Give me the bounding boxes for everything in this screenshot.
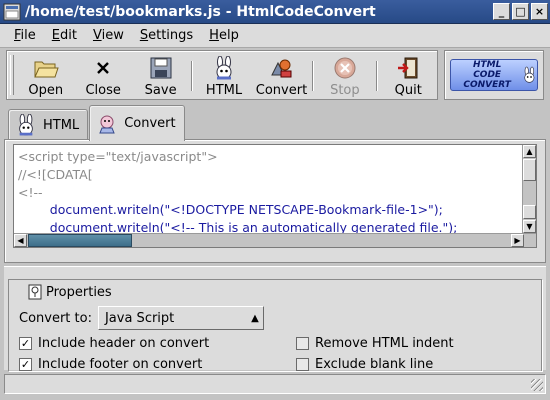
properties-group: Properties Convert to: Java Script ▲ ✓ I… [8,279,542,372]
close-label: Close [85,83,121,98]
close-x-icon [90,56,116,80]
code-line: document.writeln("<!DOCTYPE NETSCAPE-Boo… [18,202,443,218]
menu-settings[interactable]: Settings [132,28,201,43]
resize-grip-icon[interactable] [531,379,543,391]
code-editor[interactable]: <script type="text/javascript"> //<![CDAT… [13,144,537,248]
quit-label: Quit [394,83,422,98]
html-button[interactable]: HTML [195,51,252,99]
properties-panel: Properties Convert to: Java Script ▲ ✓ I… [4,266,546,372]
scroll-down-arrow-icon[interactable]: ▼ [523,220,536,233]
convert-icon [268,56,294,80]
vertical-scroll-handle[interactable] [523,205,536,219]
logo-frame: HTML CODE CONVERT [444,50,544,100]
tab-convert[interactable]: Convert [89,105,185,141]
properties-title: Properties [23,284,116,300]
tab-html-label: HTML [43,117,80,133]
horizontal-scroll-thumb[interactable] [28,234,132,247]
scroll-right-arrow-icon[interactable]: ▶ [511,234,524,247]
convert-button[interactable]: Convert [253,51,310,99]
logo-line-2: CODE CONVERT [463,70,511,90]
close-button[interactable]: Close [74,51,131,99]
quit-button[interactable]: Quit [380,51,437,99]
menu-help[interactable]: Help [201,28,247,43]
bunny-icon [211,56,237,80]
stop-button[interactable]: Stop [316,51,373,99]
bunny-logo-icon [524,66,535,83]
tab-convert-label: Convert [124,116,176,131]
remove-html-indent-label: Remove HTML indent [315,336,454,351]
code-line: <!-- [18,184,43,200]
horizontal-scrollbar[interactable]: ◀ ▶ [14,233,536,247]
checkbox-box[interactable]: ✓ [19,358,32,371]
convert-to-select[interactable]: Java Script ▲ [97,306,264,330]
convert-to-row: Convert to: Java Script ▲ [19,306,264,330]
checkbox-box[interactable] [296,337,309,350]
properties-title-text: Properties [46,284,112,300]
menu-bar: File Edit View Settings Help [0,24,550,48]
properties-icon [28,284,42,300]
bunny-icon [15,114,37,136]
tab-panel-convert: <script type="text/javascript"> //<![CDAT… [4,139,546,263]
checkbox-box[interactable] [296,358,309,371]
logo-line-1: HTML [472,60,502,70]
toolbar-grip[interactable] [10,55,14,95]
menu-file[interactable]: File [6,28,44,43]
convert-label: Convert [255,83,308,98]
checkbox-box[interactable]: ✓ [19,337,32,350]
convert-tab-icon [96,113,118,135]
vertical-scroll-thumb[interactable] [523,159,536,181]
code-line: <script type="text/javascript"> [18,149,218,164]
folder-open-icon [33,56,59,80]
maximize-button[interactable]: □ [512,3,529,20]
include-header-label: Include header on convert [38,336,210,351]
close-window-button[interactable]: × [531,3,548,20]
exit-door-icon [395,56,421,80]
exclude-blank-line-checkbox[interactable]: Exclude blank line [296,357,433,372]
menu-edit[interactable]: Edit [44,28,85,43]
minimize-button[interactable]: _ [493,3,510,20]
app-icon [3,3,21,20]
convert-to-value: Java Script [104,310,175,326]
toolbar: Open Close Save HTML Convert Stop Quit [6,50,438,100]
floppy-disk-icon [148,56,174,80]
app-logo: HTML CODE CONVERT [450,59,538,91]
html-label: HTML [205,83,243,98]
stop-label: Stop [330,83,360,98]
open-label: Open [28,83,64,98]
status-bar [4,374,546,394]
remove-html-indent-checkbox[interactable]: Remove HTML indent [296,336,454,351]
window-title: /home/test/bookmarks.js - HtmlCodeConver… [25,3,376,20]
tab-html[interactable]: HTML [8,109,89,140]
title-bar: /home/test/bookmarks.js - HtmlCodeConver… [0,0,550,24]
include-header-checkbox[interactable]: ✓ Include header on convert [19,336,209,351]
tab-bar: HTML Convert [8,104,186,141]
open-button[interactable]: Open [17,51,74,99]
save-label: Save [144,83,177,98]
code-line: //<![CDATA[ [18,166,93,182]
save-button[interactable]: Save [132,51,189,99]
exclude-blank-line-label: Exclude blank line [315,357,434,372]
convert-to-label: Convert to: [19,310,92,326]
menu-view[interactable]: View [85,28,132,43]
vertical-scrollbar[interactable]: ▲ ▼ [522,145,536,233]
scroll-up-arrow-icon[interactable]: ▲ [523,145,536,158]
updown-arrow-icon: ▲ [251,312,259,324]
include-footer-label: Include footer on convert [38,357,203,372]
include-footer-checkbox[interactable]: ✓ Include footer on convert [19,357,202,372]
scroll-left-arrow-icon[interactable]: ◀ [14,234,27,247]
stop-icon [332,56,358,80]
